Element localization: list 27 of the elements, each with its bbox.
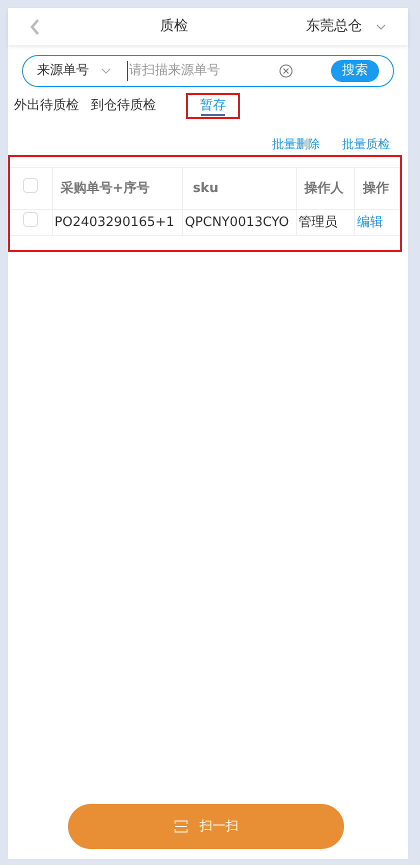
tab[interactable]: 外出待质检 [14, 93, 79, 119]
column-header: 操作 [354, 168, 400, 210]
checkbox[interactable] [23, 212, 38, 227]
edit-link[interactable]: 编辑 [357, 212, 384, 232]
table-cell: PO2403290165+1 [52, 210, 182, 236]
tab-indicator [201, 114, 225, 116]
batch-link[interactable]: 批量质检 [342, 135, 390, 153]
search-button[interactable]: 搜索 [331, 60, 379, 82]
checkbox[interactable] [23, 178, 38, 193]
source-number-input[interactable]: 请扫描来源单号 [127, 61, 267, 81]
column-header: 操作人 [296, 168, 355, 210]
source-type-select[interactable]: 来源单号 [37, 61, 89, 81]
clear-icon[interactable] [279, 64, 293, 78]
column-header: 采购单号+序号 [52, 168, 182, 210]
tab[interactable]: 暂存 [186, 93, 240, 119]
table-cell: 管理员 [296, 210, 355, 236]
table-cell: QPCNY0013CYO [182, 210, 296, 236]
tab[interactable]: 到仓待质检 [91, 93, 156, 119]
back-icon[interactable] [30, 18, 40, 34]
chevron-down-icon[interactable] [376, 24, 386, 30]
batch-link[interactable]: 批量删除 [272, 135, 320, 153]
scan-button[interactable]: 扫一扫 [68, 804, 344, 849]
chevron-down-icon[interactable] [101, 68, 111, 74]
warehouse-select[interactable]: 东莞总仓 [306, 16, 362, 37]
page-title: 质检 [160, 17, 188, 36]
column-header: sku [182, 168, 296, 210]
scan-icon [174, 819, 188, 834]
